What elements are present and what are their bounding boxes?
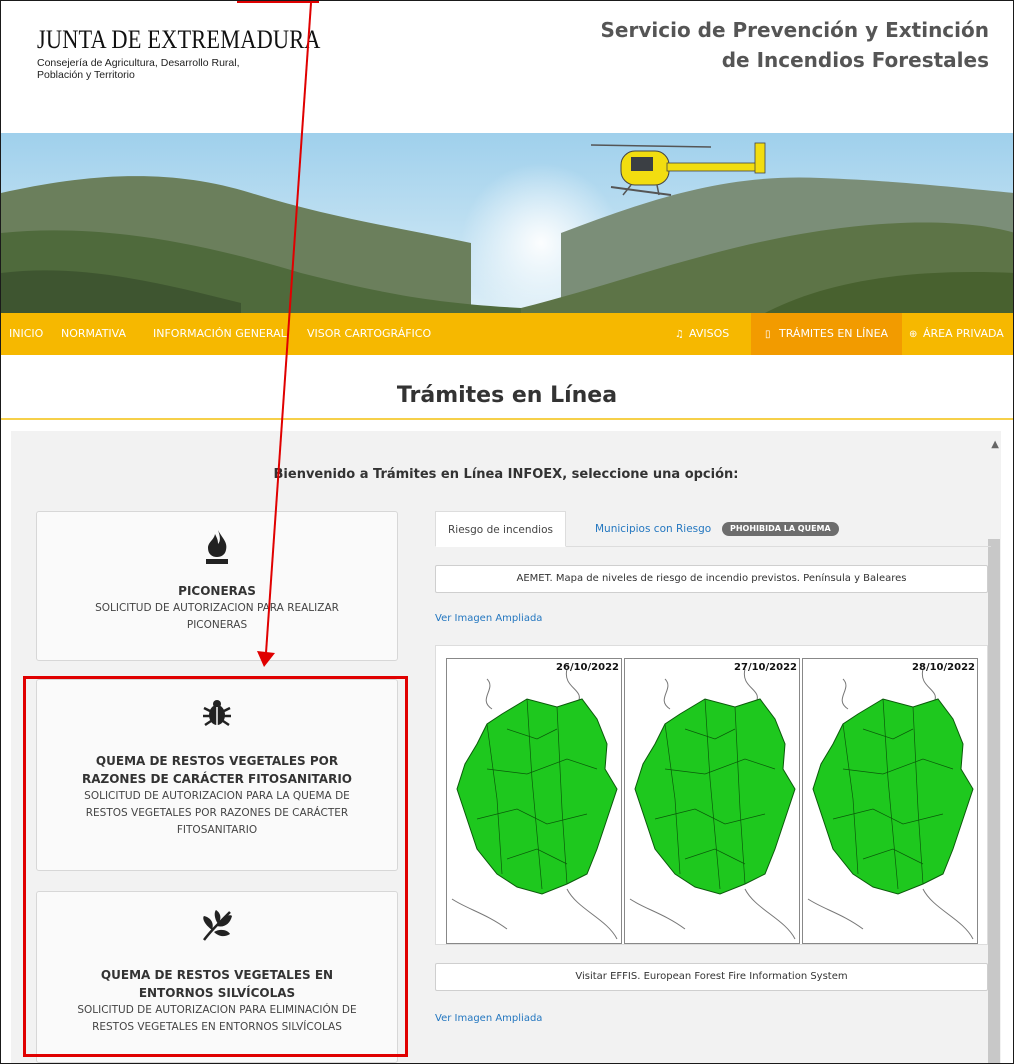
scroll-up-icon[interactable]: ▲ [991,439,999,450]
effis-link-box[interactable]: Visitar EFFIS. European Forest Fire Info… [435,963,988,991]
tab-riesgo-incendios[interactable]: Riesgo de incendios [435,511,566,547]
risk-tabs: Riesgo de incendios Municipios con Riesg… [435,511,991,547]
mountain-helicopter-illustration [1,133,1013,315]
risk-map: 26/10/2022 [446,658,622,944]
map-date: 28/10/2022 [912,662,975,673]
nav-area-privada-label: ÁREA PRIVADA [923,327,1004,340]
ver-imagen-ampliada-link[interactable]: Ver Imagen Ampliada [435,613,542,624]
card-title: PICONERAS [178,584,256,598]
aemet-link-box[interactable]: AEMET. Mapa de niveles de riesgo de ince… [435,565,988,593]
extremadura-map [807,668,974,940]
welcome-text: Bienvenido a Trámites en Línea INFOEX, s… [273,467,739,482]
tab-municipios-riesgo[interactable]: Municipios con Riesgo [583,511,723,547]
risk-map: 27/10/2022 [624,658,800,944]
card-description: SOLICITUD DE AUTORIZACION PARA REALIZAR [95,602,339,614]
bell-icon: ♫ [675,329,684,340]
nav-tramites-en-linea[interactable]: ▯ TRÁMITES EN LÍNEA [751,313,903,355]
junta-logo-title[interactable]: JUNTA DE EXTREMADURA [37,25,321,55]
nav-visor-cartografico[interactable]: VISOR CARTOGRÁFICO [303,313,435,355]
nav-avisos-label: AVISOS [689,327,730,340]
banner-image [1,133,1013,315]
nav-informacion-general[interactable]: INFORMACIÓN GENERAL [149,313,291,355]
nav-avisos[interactable]: ♫ AVISOS [671,313,733,355]
site-header: JUNTA DE EXTREMADURA Consejería de Agric… [1,1,1013,133]
site-title-line: de Incendios Forestales [721,48,989,72]
page-title: Trámites en Línea [396,383,618,408]
main-content: ▲ Bienvenido a Trámites en Línea INFOEX,… [11,431,1001,1063]
lock-icon: ⊕ [909,329,918,340]
main-nav: INICIO NORMATIVA INFORMACIÓN GENERAL VIS… [1,313,1013,355]
page-title-bar: Trámites en Línea [1,355,1013,420]
fire-icon [206,530,228,564]
leaf-icon [203,910,232,941]
card-title: QUEMA DE RESTOS VEGETALES POR [95,754,339,768]
screenshot-frame: JUNTA DE EXTREMADURA Consejería de Agric… [0,0,1014,1064]
site-title-line: Servicio de Prevención y Extinción [600,18,989,42]
document-icon: ▯ [765,329,771,340]
card-quema-silvicolas[interactable]: QUEMA DE RESTOS VEGETALES EN ENTORNOS SI… [36,891,398,1063]
card-piconeras[interactable]: PICONERAS SOLICITUD DE AUTORIZACION PARA… [36,511,398,661]
junta-logo-subtitle: Consejería de Agricultura, Desarrollo Ru… [37,57,240,81]
map-date: 27/10/2022 [734,662,797,673]
card-quema-fitosanitario[interactable]: QUEMA DE RESTOS VEGETALES POR RAZONES DE… [36,679,398,871]
ver-imagen-ampliada-link[interactable]: Ver Imagen Ampliada [435,1013,542,1024]
card-title: RAZONES DE CARÁCTER FITOSANITARIO [82,772,352,786]
nav-area-privada[interactable]: ⊕ ÁREA PRIVADA [905,313,1008,355]
logo-sub-line: Consejería de Agricultura, Desarrollo Ru… [37,57,240,69]
card-description: RESTOS VEGETALES POR RAZONES DE CARÁCTER [85,807,349,819]
card-title: QUEMA DE RESTOS VEGETALES EN [100,968,334,982]
logo-sub-line: Población y Territorio [37,69,135,81]
card-description: RESTOS VEGETALES EN ENTORNOS SILVÍCOLAS [92,1021,342,1033]
extremadura-map [629,668,796,940]
nav-inicio[interactable]: INICIO [5,313,47,355]
site-title: Servicio de Prevención y Extinción de In… [601,15,989,75]
scroll-thumb[interactable] [988,539,1000,1063]
card-description: FITOSANITARIO [176,824,258,836]
nav-normativa[interactable]: NORMATIVA [57,313,130,355]
card-title: ENTORNOS SILVÍCOLAS [138,986,296,1000]
bug-icon [203,700,231,727]
extremadura-map [451,668,618,940]
card-description: SOLICITUD DE AUTORIZACION PARA LA QUEMA … [84,790,350,802]
risk-map: 28/10/2022 [802,658,978,944]
card-description: PICONERAS [186,619,248,631]
map-date: 26/10/2022 [556,662,619,673]
risk-maps-panel[interactable]: 26/10/2022 27/10/2022 28/10/2022 [435,645,988,945]
status-badge: PHOHIBIDA LA QUEMA [722,522,839,536]
nav-tramites-label: TRÁMITES EN LÍNEA [779,327,889,340]
card-description: SOLICITUD DE AUTORIZACION PARA ELIMINACI… [77,1004,357,1016]
